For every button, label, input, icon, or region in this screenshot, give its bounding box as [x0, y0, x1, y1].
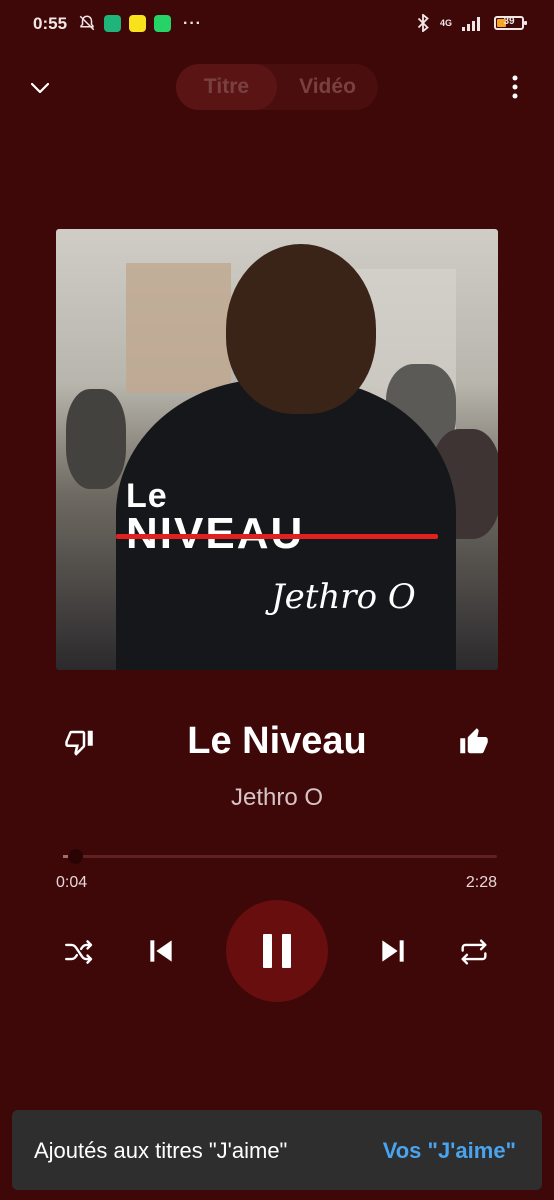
notification-icons: ··· [78, 14, 202, 32]
repeat-button[interactable] [457, 935, 491, 969]
previous-button[interactable] [142, 932, 180, 970]
skip-previous-icon [150, 940, 172, 962]
pause-icon [263, 934, 291, 968]
track-title: Le Niveau [187, 720, 367, 762]
chevron-down-icon [30, 82, 50, 94]
song-video-toggle: Titre Vidéo [176, 64, 378, 110]
signal-icon [462, 17, 480, 31]
snackbar-message: Ajoutés aux titres "J'aime" [34, 1138, 288, 1163]
track-artist[interactable]: Jethro O [120, 784, 434, 812]
vpn-app-icon [104, 14, 121, 32]
thumb-down-icon [65, 730, 93, 756]
art-person-head [226, 244, 376, 414]
total-time: 2:28 [465, 874, 497, 891]
dislike-button[interactable] [64, 727, 94, 757]
art-strike-line [116, 534, 438, 539]
tab-title[interactable]: Titre [176, 64, 277, 110]
seek-bar-handle[interactable] [67, 849, 83, 864]
snackbar: Ajoutés aux titres "J'aime" Vos "J'aime" [12, 1110, 542, 1190]
system-icons: 4G 39 [416, 14, 527, 32]
current-time: 0:04 [56, 874, 88, 891]
like-button[interactable] [459, 727, 489, 757]
shuffle-icon [65, 940, 93, 964]
collapse-button[interactable] [26, 74, 54, 102]
network-type: 4G [439, 18, 452, 28]
skip-next-icon [382, 940, 404, 962]
art-background-board [126, 263, 231, 393]
status-bar: 0:55 ··· 4G 39 [0, 0, 554, 50]
seek-bar[interactable] [63, 849, 497, 864]
thumb-up-icon [460, 728, 488, 754]
more-notifications-icon: ··· [183, 14, 202, 32]
tab-video[interactable]: Vidéo [277, 64, 378, 110]
whatsapp-icon [154, 14, 171, 32]
muted-bell-icon [79, 15, 95, 31]
art-artist-signature: Jethro O [271, 577, 416, 617]
repeat-icon [461, 939, 487, 965]
more-options-button[interactable] [503, 72, 527, 102]
battery-level: 39 [503, 16, 515, 27]
shuffle-button[interactable] [62, 935, 96, 969]
next-button[interactable] [374, 932, 412, 970]
status-time: 0:55 [33, 14, 68, 33]
bluetooth-icon [417, 14, 429, 32]
battery-icon: 39 [494, 16, 527, 30]
pause-button[interactable] [226, 900, 328, 1002]
snackbar-action-button[interactable]: Vos "J'aime" [383, 1138, 516, 1164]
snapchat-icon [129, 14, 146, 32]
album-art: Le NIVEAU Jethro O [56, 229, 498, 670]
art-student [66, 389, 126, 489]
more-vert-icon [512, 75, 518, 99]
